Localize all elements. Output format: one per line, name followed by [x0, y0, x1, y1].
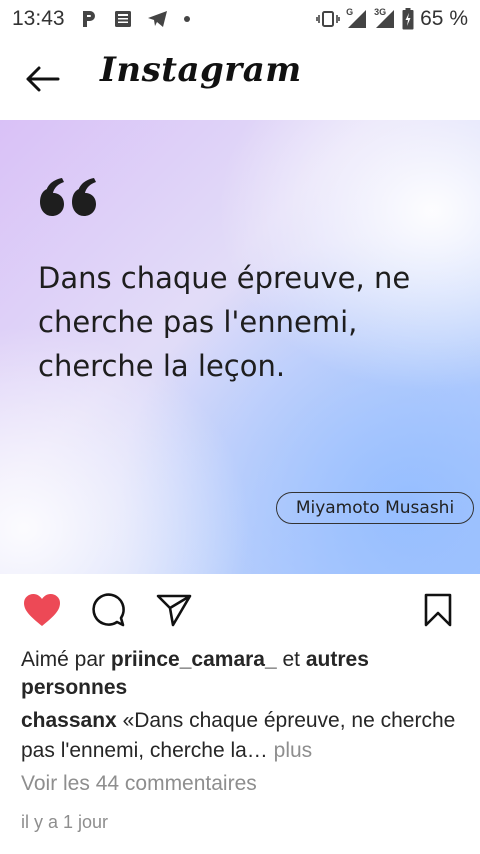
post-timestamp: il y a 1 jour	[21, 812, 109, 832]
share-button[interactable]	[154, 590, 194, 630]
vibrate-icon	[316, 9, 340, 29]
status-time: 13:43	[12, 7, 65, 30]
p-icon	[79, 9, 99, 29]
save-button[interactable]	[418, 590, 458, 630]
comment-button[interactable]	[88, 590, 128, 630]
post-actions	[0, 586, 480, 632]
bookmark-icon	[424, 593, 452, 627]
quote-text: Dans chaque épreuve, ne cherche pas l'en…	[38, 261, 411, 383]
back-arrow-icon	[26, 66, 60, 92]
signal-3g-icon: 3G	[374, 7, 396, 29]
status-bar: 13:43 G 3G 65 %	[0, 0, 480, 38]
news-icon	[113, 9, 133, 29]
view-comments-link[interactable]: Voir les 44 commentaires	[21, 772, 257, 796]
post-image[interactable]: Dans chaque épreuve, ne cherche pas l'en…	[0, 120, 480, 574]
author-tag: Miyamoto Musashi	[276, 492, 474, 524]
more-link[interactable]: plus	[268, 739, 313, 762]
post-caption: chassanx «Dans chaque épreuve, ne cherch…	[21, 706, 461, 766]
battery-icon	[402, 8, 414, 30]
caption-username[interactable]: chassanx	[21, 709, 117, 732]
liker-username[interactable]: priince_camara_	[111, 648, 277, 671]
dot-icon	[183, 15, 191, 23]
top-app-bar: Instagram	[0, 38, 480, 118]
network-type-2: 3G	[374, 7, 387, 17]
send-icon	[156, 594, 192, 627]
signal-g-icon: G	[346, 7, 368, 29]
heart-icon	[24, 594, 60, 626]
likes-middle: et	[276, 648, 306, 671]
likes-summary[interactable]: Aimé par priince_camara_ et autres perso…	[21, 646, 461, 702]
back-button[interactable]	[22, 62, 62, 96]
comment-icon	[92, 593, 125, 627]
telegram-icon	[147, 9, 169, 29]
battery-percent: 65 %	[420, 7, 468, 30]
app-logo: Instagram	[100, 50, 302, 90]
likes-prefix: Aimé par	[21, 648, 111, 671]
quote-mark-icon	[40, 178, 96, 216]
like-button[interactable]	[22, 590, 62, 630]
network-type-1: G	[346, 7, 354, 17]
